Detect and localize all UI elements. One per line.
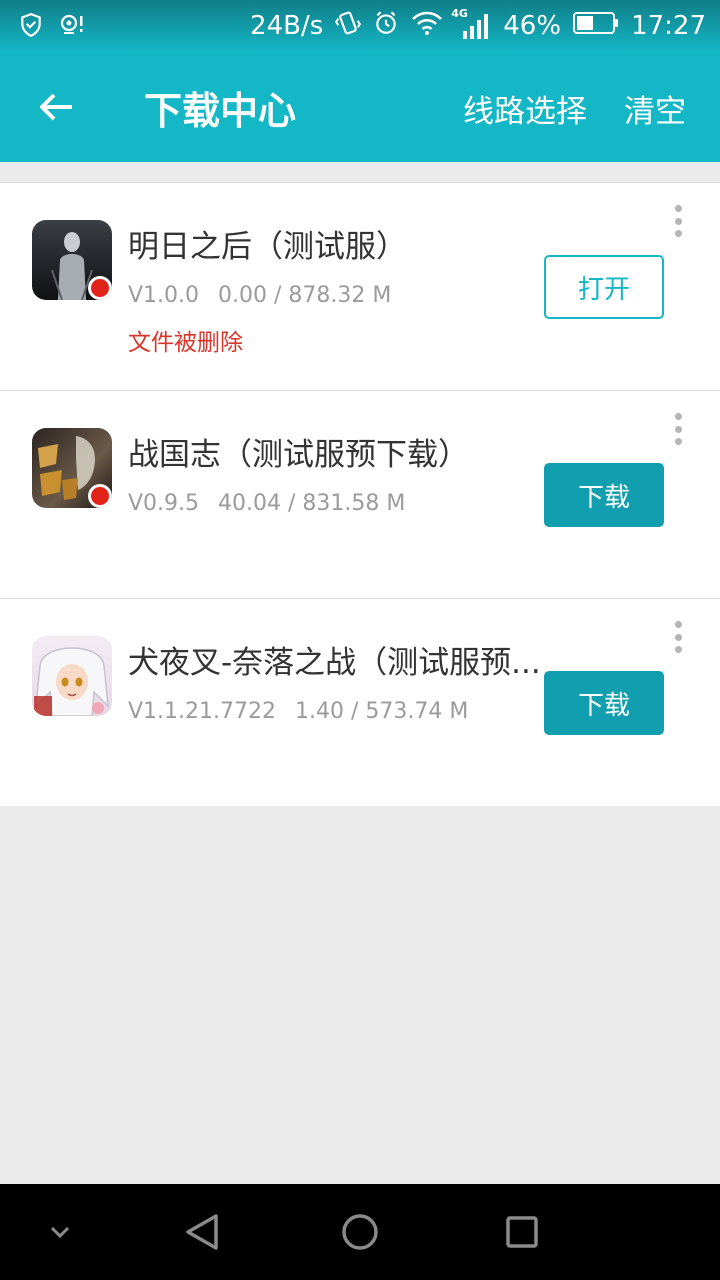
publisher-badge-icon xyxy=(88,276,112,300)
network-speed: 24B/s xyxy=(250,11,324,41)
item-progress: 1.40 / 573.74 M xyxy=(295,699,469,724)
item-version: V1.1.21.7722 xyxy=(128,699,277,724)
page-title: 下载中心 xyxy=(144,89,297,133)
route-select-button[interactable]: 线路选择 xyxy=(463,86,587,131)
item-meta: V1.1.21.7722 1.40 / 573.74 M xyxy=(128,699,468,724)
mingri-game-icon xyxy=(32,220,112,300)
recents-square-icon xyxy=(506,1216,538,1248)
download-item[interactable]: 犬夜叉-奈落之战（测试服预... V1.1.21.7722 1.40 / 573… xyxy=(0,599,720,806)
clock-time: 17:27 xyxy=(631,11,706,41)
back-nav-button[interactable] xyxy=(180,1208,224,1256)
item-meta: V0.9.5 40.04 / 831.58 M xyxy=(128,491,405,516)
item-version: V0.9.5 xyxy=(128,491,200,516)
open-button[interactable]: 打开 xyxy=(544,255,664,319)
item-title: 战国志（测试服预下载） xyxy=(128,437,469,473)
download-button[interactable]: 下载 xyxy=(544,463,664,527)
download-list: 明日之后（测试服） V1.0.0 0.00 / 878.32 M 文件被删除 打… xyxy=(0,182,720,806)
battery-percent: 46% xyxy=(503,11,562,41)
back-arrow-icon xyxy=(40,93,72,121)
inuyasha-game-icon xyxy=(32,636,112,716)
battery-icon xyxy=(573,11,619,42)
item-version: V1.0.0 xyxy=(128,283,200,308)
hide-nav-button[interactable] xyxy=(44,1208,76,1256)
status-bar: 24B/s 4G 46% 17:27 xyxy=(0,0,720,52)
chevron-down-icon xyxy=(50,1226,70,1239)
download-button[interactable]: 下载 xyxy=(544,671,664,735)
more-options-icon[interactable] xyxy=(670,413,686,445)
back-triangle-icon xyxy=(186,1214,218,1250)
home-circle-icon xyxy=(342,1214,378,1250)
app-bar: 下载中心 线路选择 清空 xyxy=(0,52,720,162)
more-options-icon[interactable] xyxy=(670,621,686,653)
item-progress: 40.04 / 831.58 M xyxy=(218,491,406,516)
home-nav-button[interactable] xyxy=(338,1208,382,1256)
shield-icon xyxy=(18,12,44,42)
wifi-icon xyxy=(411,10,443,43)
location-alert-icon xyxy=(58,12,86,42)
vibrate-icon xyxy=(335,9,362,44)
publisher-badge-icon xyxy=(88,484,112,508)
zhanguozhi-game-icon xyxy=(32,428,112,508)
download-item[interactable]: 明日之后（测试服） V1.0.0 0.00 / 878.32 M 文件被删除 打… xyxy=(0,183,720,391)
item-meta: V1.0.0 0.00 / 878.32 M xyxy=(128,283,391,308)
download-item[interactable]: 战国志（测试服预下载） V0.9.5 40.04 / 831.58 M 下载 xyxy=(0,391,720,599)
navigation-bar xyxy=(0,1184,720,1280)
item-title: 明日之后（测试服） xyxy=(128,229,407,265)
item-title: 犬夜叉-奈落之战（测试服预... xyxy=(128,645,541,681)
more-options-icon[interactable] xyxy=(670,205,686,237)
alarm-icon xyxy=(373,10,399,43)
item-progress: 0.00 / 878.32 M xyxy=(218,283,392,308)
recents-nav-button[interactable] xyxy=(500,1208,544,1256)
item-error: 文件被删除 xyxy=(128,330,243,356)
back-button[interactable] xyxy=(28,82,84,132)
cellular-signal-icon: 4G xyxy=(451,7,491,41)
clear-button[interactable]: 清空 xyxy=(624,86,686,131)
